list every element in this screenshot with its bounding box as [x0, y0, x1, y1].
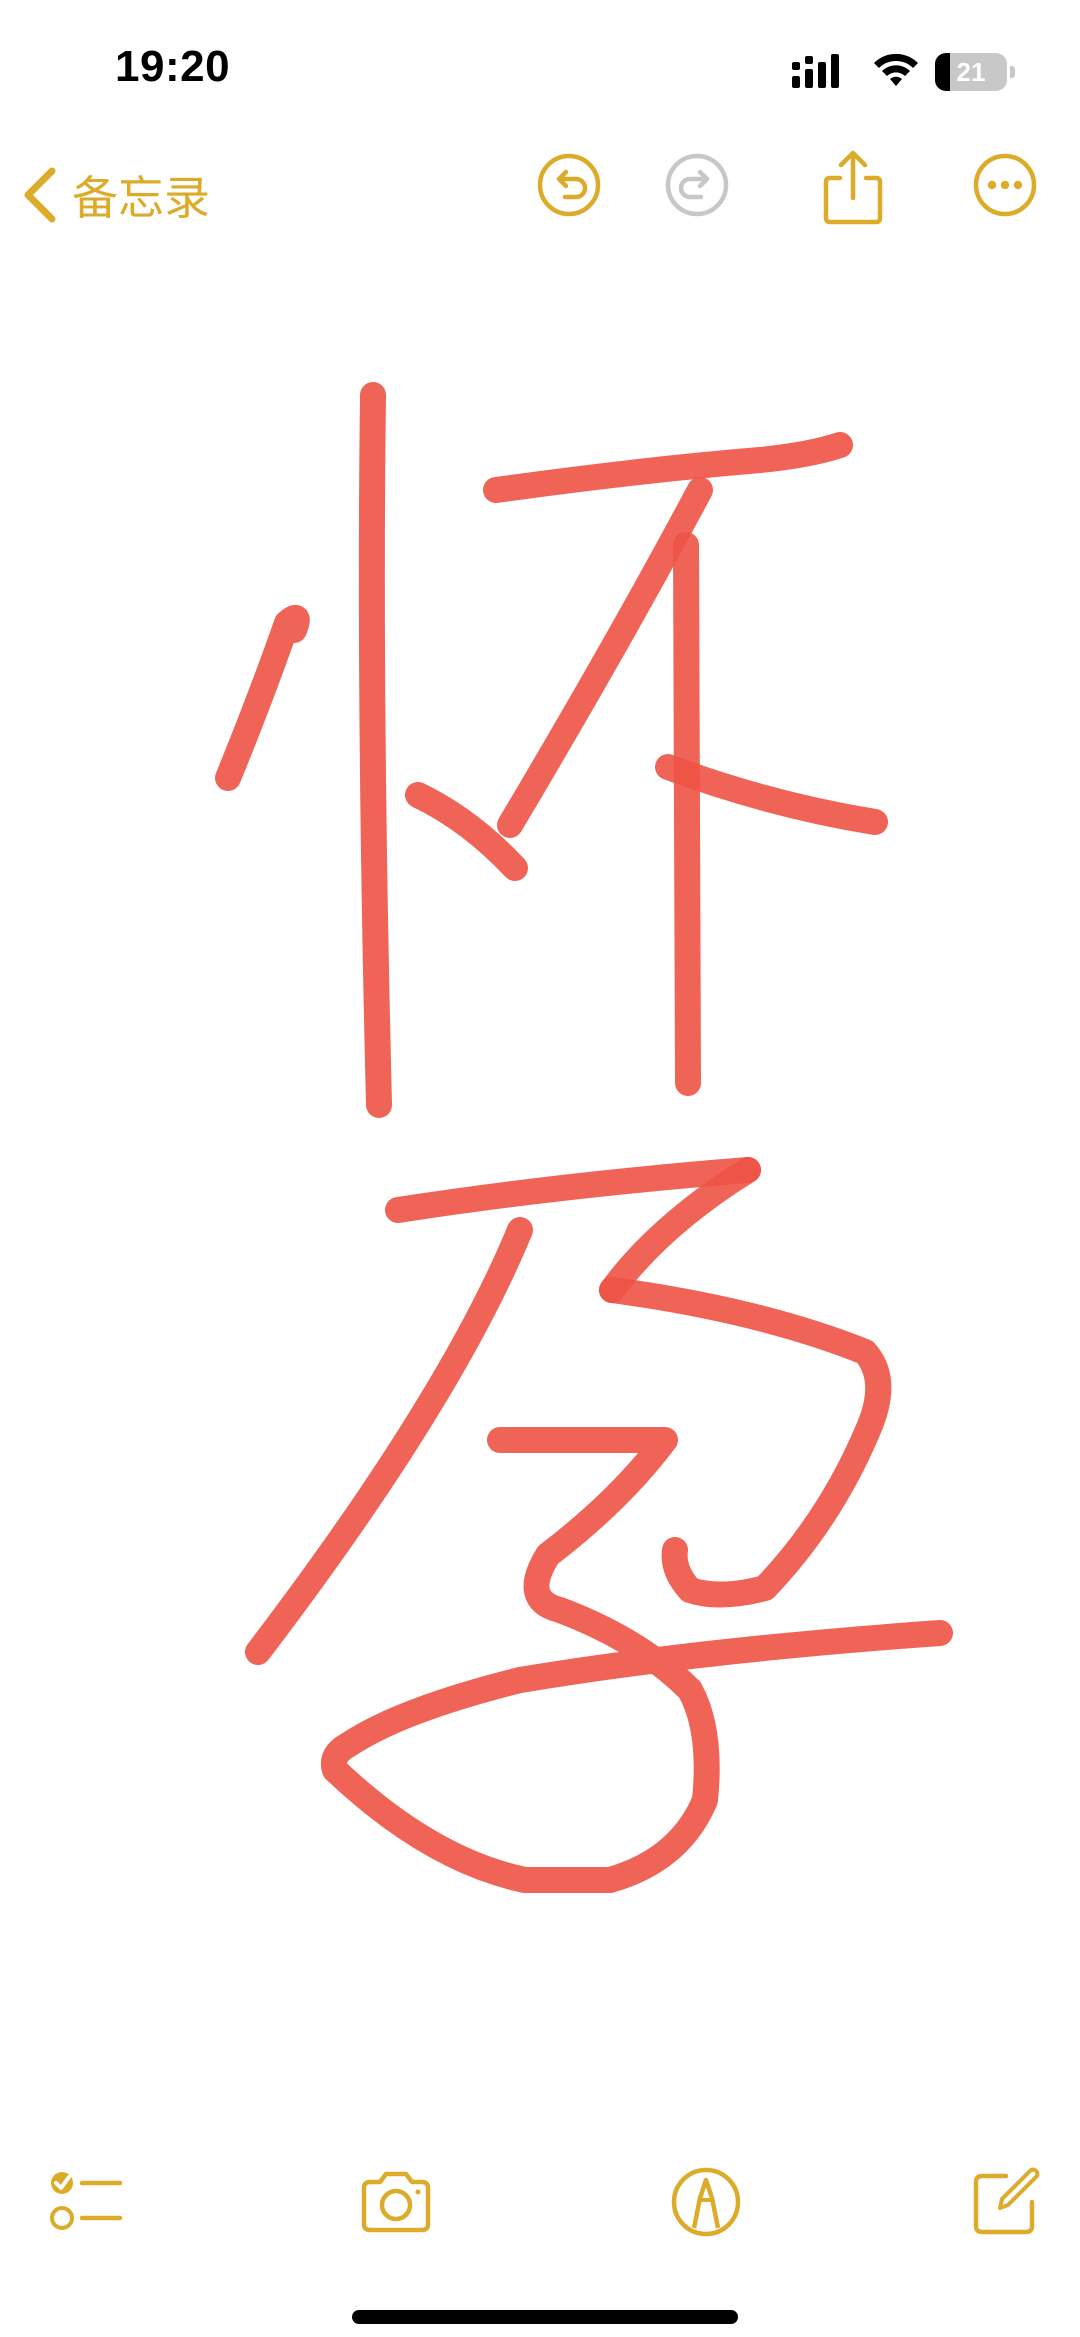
- back-button[interactable]: 备忘录: [20, 140, 210, 250]
- checklist-icon[interactable]: [46, 2162, 126, 2242]
- bottom-toolbar: [0, 2150, 1080, 2260]
- battery-level: 21: [956, 57, 986, 87]
- undo-icon[interactable]: [536, 152, 602, 218]
- more-icon[interactable]: [972, 152, 1038, 218]
- compose-icon[interactable]: [966, 2162, 1046, 2242]
- redo-icon[interactable]: [664, 152, 730, 218]
- status-time: 19:20: [115, 42, 231, 91]
- handwritten-strokes: [215, 382, 953, 1893]
- drawing-canvas[interactable]: [0, 250, 1080, 2100]
- home-indicator[interactable]: [352, 2310, 738, 2324]
- share-icon[interactable]: [818, 148, 888, 226]
- camera-icon[interactable]: [356, 2162, 436, 2242]
- battery-icon: 21: [935, 53, 1015, 91]
- markup-icon[interactable]: [666, 2162, 746, 2242]
- signal-icon: [792, 54, 839, 88]
- back-label: 备忘录: [72, 171, 210, 225]
- status-bar: 19:20 21: [0, 0, 1080, 140]
- wifi-icon: [874, 53, 918, 86]
- chevron-left-icon: [24, 167, 56, 223]
